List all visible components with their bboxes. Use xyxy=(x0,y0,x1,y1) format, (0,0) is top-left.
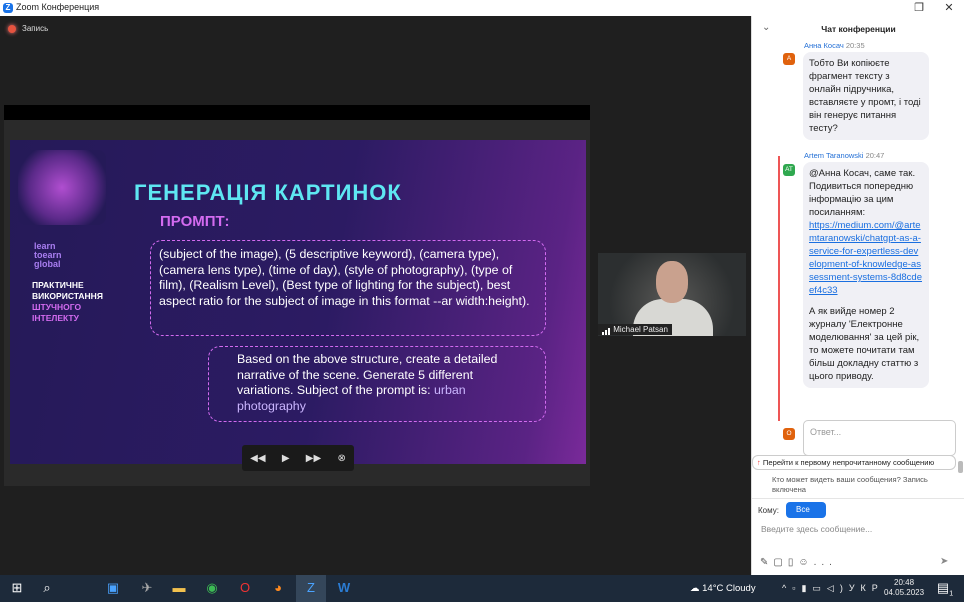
firefox-icon[interactable]: ◕ xyxy=(265,580,291,595)
sender-name: Artem Taranowski xyxy=(804,151,864,160)
play-button[interactable]: ▶ xyxy=(282,453,290,464)
signal-icon xyxy=(602,325,611,335)
zoom-logo-icon: Z xyxy=(3,3,13,13)
weather-widget[interactable]: ☁ 14°C Cloudy xyxy=(690,583,756,594)
start-icon[interactable]: ⊞ xyxy=(4,580,30,596)
mic-icon[interactable]: ▮ xyxy=(801,583,812,593)
recording-indicator[interactable]: Запись xyxy=(8,24,48,33)
taskbar: ⊞ ⌕ ▣ ✈ ▬ ◉ O ◕ Z W ☁ 14°C Cloudy ^▫▮▭◁)… xyxy=(0,575,964,602)
unread-label: Перейти к первому непрочитанному сообщен… xyxy=(762,458,935,467)
cloud-icon: ☁ xyxy=(690,583,700,594)
message-sender: Анна Косач 20:35 xyxy=(804,41,865,50)
opera-icon[interactable]: O xyxy=(232,580,258,595)
message-sender: Artem Taranowski 20:47 xyxy=(804,151,884,160)
network-icon[interactable]: ▭ xyxy=(812,583,827,593)
divider xyxy=(752,498,964,499)
message-text: @Анна Косач, саме так. Подивиться попере… xyxy=(809,168,916,218)
brand-line: global xyxy=(34,259,61,269)
subtitle-line: ІНТЕЛЕКТУ xyxy=(32,313,79,323)
screenshot-icon[interactable]: ▢ xyxy=(773,557,787,568)
shared-screen: learn toearn global ПРАКТИЧНЕ ВИКОРИСТАННЯ Ш… xyxy=(4,105,590,486)
message-time: 20:35 xyxy=(845,41,865,50)
participant-name-tag: Michael Patsan xyxy=(598,324,672,335)
clock[interactable]: 20:48 04.05.2023 xyxy=(884,578,924,598)
recipient-value: Все xyxy=(796,505,810,514)
chat-message: Тобто Ви копіюєте фрагмент тексту з онла… xyxy=(803,52,929,140)
scrollbar[interactable] xyxy=(958,461,963,473)
message-link[interactable]: https://medium.com/@artemtaranowski/chat… xyxy=(809,220,922,296)
avatar: AT xyxy=(783,164,795,176)
app-icon[interactable]: ✈ xyxy=(134,580,160,596)
chat-titlebar: ❐ ✕ xyxy=(753,0,964,16)
reply-input[interactable]: Ответ... xyxy=(803,420,956,456)
participant-name: Michael Patsan xyxy=(613,325,668,334)
share-top-strip xyxy=(4,105,590,120)
close-button[interactable]: ✕ xyxy=(937,1,961,14)
record-dot-icon xyxy=(8,24,16,33)
message-time: 20:47 xyxy=(865,151,885,160)
file-explorer-icon[interactable]: ▬ xyxy=(166,580,192,595)
rewind-button[interactable]: ◀◀ xyxy=(250,453,265,464)
message-text: А як вийде номер 2 журналу 'Електронне м… xyxy=(809,306,920,382)
weather-text: 14°C Cloudy xyxy=(702,583,756,594)
format-icon[interactable]: ✎ xyxy=(760,557,773,568)
slide-illustration xyxy=(18,150,106,225)
recipient-select[interactable]: Все ⌄ xyxy=(786,502,826,523)
chat-toolbar: ✎▢▯☺... xyxy=(760,557,837,568)
arrow-up-icon: ↑ xyxy=(757,458,761,467)
chevron-up-icon[interactable]: ^ xyxy=(782,583,792,593)
prompt-structure-box: (subject of the image), (5 descriptive k… xyxy=(150,240,546,336)
volume-icon[interactable]: ◁) xyxy=(827,583,849,593)
search-icon[interactable]: ⌕ xyxy=(34,580,60,596)
sender-name: Анна Косач xyxy=(804,41,844,50)
message-input[interactable]: Введите здесь сообщение... xyxy=(761,524,872,534)
avatar: A xyxy=(783,53,795,65)
media-controls: ◀◀ ▶ ▶▶ ⊗ xyxy=(242,445,354,471)
forward-button[interactable]: ▶▶ xyxy=(306,453,321,464)
brand-logo: learn toearn global xyxy=(34,242,62,269)
prompt-instruction-box: Based on the above structure, create a d… xyxy=(208,346,546,422)
presentation-slide: learn toearn global ПРАКТИЧНЕ ВИКОРИСТАННЯ Ш… xyxy=(10,140,586,464)
slide-subtitle: ПРАКТИЧНЕ ВИКОРИСТАННЯ ШТУЧНОГО ІНТЕЛЕКТУ xyxy=(32,280,103,324)
notification-count: 1 xyxy=(949,590,954,598)
maximize-button[interactable]: ❐ xyxy=(907,1,931,14)
language-indicator[interactable]: УКР xyxy=(849,583,884,593)
close-player-button[interactable]: ⊗ xyxy=(337,453,345,464)
emoji-icon[interactable]: ☺ xyxy=(798,557,813,568)
date: 04.05.2023 xyxy=(884,588,925,597)
prompt-label: ПРОМПТ: xyxy=(160,213,230,230)
participant-face xyxy=(656,261,688,303)
system-tray: ^▫▮▭◁)УКР xyxy=(782,583,884,594)
chat-panel: ⌄ Чат конференции ❐ ✕ Анна Косач 20:35 A… xyxy=(751,0,964,575)
notifications-icon[interactable]: ▤1 xyxy=(932,580,958,598)
subtitle-line: ПРАКТИЧНЕ xyxy=(32,280,84,290)
subtitle-line: ВИКОРИСТАННЯ xyxy=(32,291,103,301)
word-icon[interactable]: W xyxy=(331,580,357,595)
jump-to-unread-button[interactable]: ↑ Перейти к первому непрочитанному сообщ… xyxy=(752,455,956,470)
send-icon[interactable]: ➤ xyxy=(940,556,948,567)
time: 20:48 xyxy=(894,578,915,587)
privacy-notice[interactable]: Кто может видеть ваши сообщения? Запись … xyxy=(772,475,952,495)
app-icon[interactable]: ▣ xyxy=(100,580,126,596)
participant-video[interactable]: Michael Patsan xyxy=(598,253,746,336)
recipient-label: Кому: xyxy=(758,506,779,515)
chat-header: Чат конференции xyxy=(821,24,896,34)
zoom-taskbar-icon[interactable]: Z xyxy=(296,575,326,602)
window-title: Zoom Конференция xyxy=(16,2,100,12)
subtitle-line: ШТУЧНОГО xyxy=(32,302,82,312)
chat-message: @Анна Косач, саме так. Подивиться попере… xyxy=(803,162,929,388)
more-button[interactable]: ... xyxy=(814,557,837,568)
avatar: O xyxy=(783,428,795,440)
file-icon[interactable]: ▯ xyxy=(788,557,799,568)
slide-title: ГЕНЕРАЦІЯ КАРТИНОК xyxy=(134,180,402,205)
recording-label: Запись xyxy=(22,24,49,33)
unread-marker xyxy=(778,156,780,421)
chrome-icon[interactable]: ◉ xyxy=(199,580,225,596)
